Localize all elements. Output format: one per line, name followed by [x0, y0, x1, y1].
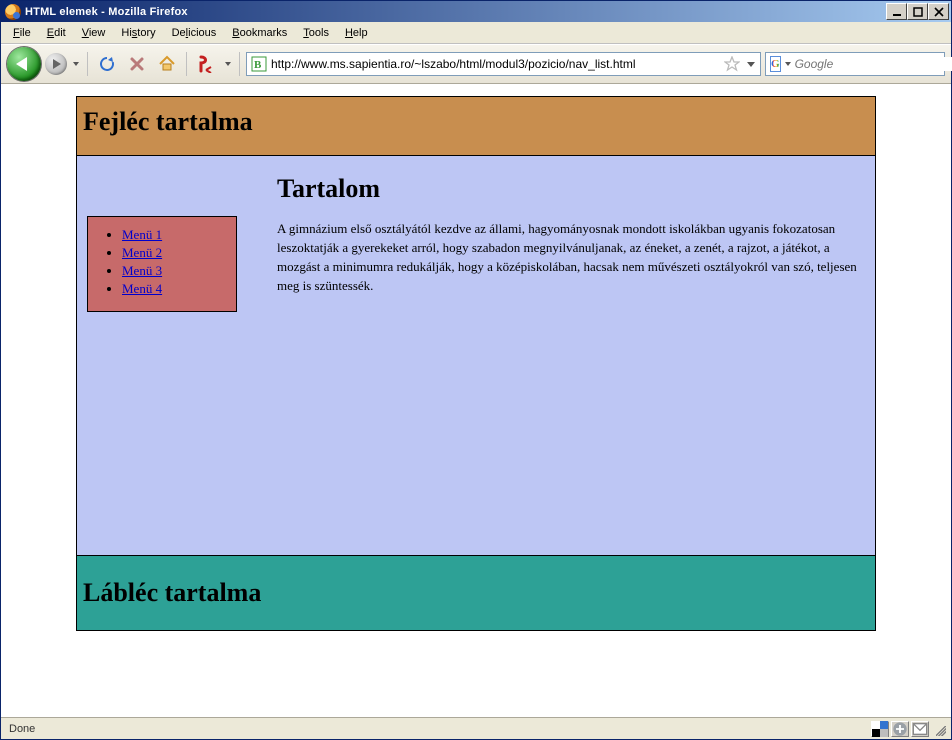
- menu-history[interactable]: History: [113, 25, 163, 41]
- page-nav: Menü 1 Menü 2 Menü 3 Menü 4: [87, 216, 237, 312]
- firefox-window: HTML elemek - Mozilla Firefox File Edit …: [0, 0, 952, 740]
- menubar: File Edit View History Delicious Bookmar…: [1, 22, 951, 44]
- search-engine-icon[interactable]: G: [770, 56, 781, 72]
- address-bar[interactable]: B: [246, 52, 761, 76]
- firefox-icon: [5, 4, 21, 20]
- resize-grip[interactable]: [931, 721, 947, 737]
- noscript-status-icon[interactable]: [891, 721, 909, 737]
- search-engine-dropdown[interactable]: [785, 62, 791, 66]
- toolbar-separator: [87, 52, 88, 76]
- page-header-title: Fejléc tartalma: [83, 107, 869, 137]
- home-button[interactable]: [154, 51, 180, 77]
- menu-delicious[interactable]: Delicious: [164, 25, 225, 41]
- toolbar-separator: [239, 52, 240, 76]
- site-identity-icon[interactable]: B: [251, 56, 267, 72]
- menu-help[interactable]: Help: [337, 25, 376, 41]
- delicious-status-icon[interactable]: [871, 721, 889, 737]
- nav-item: Menü 4: [122, 281, 230, 297]
- history-dropdown-button[interactable]: [71, 62, 81, 66]
- back-button[interactable]: [7, 47, 41, 81]
- nav-item: Menü 3: [122, 263, 230, 279]
- menu-view[interactable]: View: [74, 25, 114, 41]
- search-input[interactable]: [795, 57, 952, 71]
- window-controls: [886, 3, 949, 20]
- toolbar-separator: [186, 52, 187, 76]
- content-body: A gimnázium első osztályától kezdve az á…: [277, 220, 857, 295]
- nav-link-1[interactable]: Menü 1: [122, 227, 162, 242]
- nav-link-4[interactable]: Menü 4: [122, 281, 162, 296]
- minimize-button[interactable]: [886, 3, 907, 20]
- rendered-page: Fejléc tartalma Menü 1 Menü 2 Menü 3 Men…: [76, 96, 876, 631]
- menu-edit[interactable]: Edit: [39, 25, 74, 41]
- content-title: Tartalom: [277, 174, 857, 204]
- window-titlebar: HTML elemek - Mozilla Firefox: [1, 1, 951, 22]
- reload-button[interactable]: [94, 51, 120, 77]
- status-text: Done: [5, 723, 871, 735]
- maximize-button[interactable]: [907, 3, 928, 20]
- status-icons: [871, 721, 929, 737]
- menu-bookmarks[interactable]: Bookmarks: [224, 25, 295, 41]
- stop-button[interactable]: [124, 51, 150, 77]
- status-bar: Done: [1, 717, 951, 739]
- flashgot-button[interactable]: [193, 51, 219, 77]
- menu-tools[interactable]: Tools: [295, 25, 337, 41]
- navigation-toolbar: B G: [1, 44, 951, 84]
- menu-file[interactable]: File: [5, 25, 39, 41]
- page-footer: Lábléc tartalma: [76, 556, 876, 631]
- window-title: HTML elemek - Mozilla Firefox: [25, 6, 886, 18]
- page-header: Fejléc tartalma: [76, 96, 876, 156]
- page-body: Menü 1 Menü 2 Menü 3 Menü 4 Tartalom A g…: [76, 156, 876, 556]
- bookmark-star-icon[interactable]: [724, 56, 740, 72]
- nav-link-3[interactable]: Menü 3: [122, 263, 162, 278]
- nav-item: Menü 2: [122, 245, 230, 261]
- search-bar[interactable]: G: [765, 52, 945, 76]
- close-button[interactable]: [928, 3, 949, 20]
- url-dropdown-button[interactable]: [744, 62, 758, 67]
- page-footer-title: Lábléc tartalma: [83, 578, 869, 608]
- nav-item: Menü 1: [122, 227, 230, 243]
- forward-button[interactable]: [45, 53, 67, 75]
- mail-status-icon[interactable]: [911, 721, 929, 737]
- url-input[interactable]: [271, 57, 720, 71]
- browser-viewport: Fejléc tartalma Menü 1 Menü 2 Menü 3 Men…: [1, 84, 951, 717]
- svg-text:B: B: [254, 59, 262, 71]
- flashgot-dropdown[interactable]: [223, 62, 233, 66]
- nav-link-2[interactable]: Menü 2: [122, 245, 162, 260]
